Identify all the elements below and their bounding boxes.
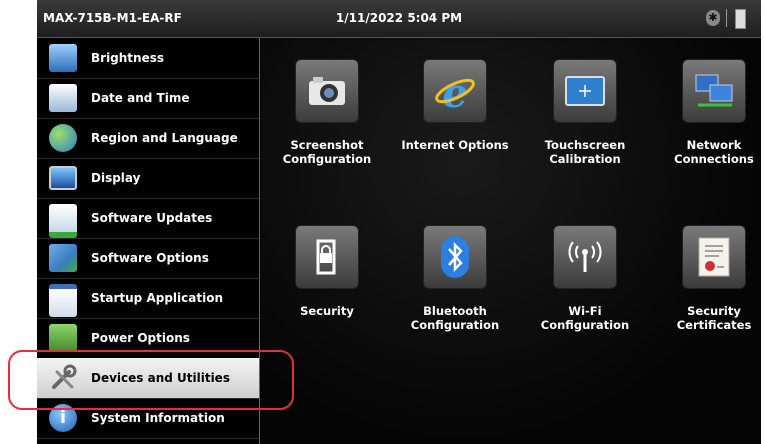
tile-screenshot-configuration[interactable]: Screenshot Configuration bbox=[261, 44, 393, 194]
monitor-brightness-icon bbox=[49, 44, 77, 72]
sidebar-item-label: Brightness bbox=[91, 51, 165, 65]
tile-label-line1: Touchscreen bbox=[544, 138, 626, 152]
tile-label-line2: Certificates bbox=[676, 318, 752, 332]
tile-label-line2: Configuration bbox=[410, 318, 500, 332]
tile-label-line1: Wi-Fi bbox=[568, 304, 602, 318]
settings-panel: Screenshot Configuration e Internet Optio… bbox=[261, 38, 761, 444]
certificate-icon bbox=[683, 226, 745, 288]
tile-label-line1: Bluetooth bbox=[423, 304, 487, 318]
startup-star-icon bbox=[49, 284, 77, 317]
puzzle-plus-icon bbox=[49, 244, 77, 272]
tile-label-line2: Calibration bbox=[549, 152, 621, 166]
software-update-icon bbox=[49, 204, 77, 238]
globe-icon bbox=[49, 124, 77, 152]
date-time-display: 1/11/2022 5:04 PM bbox=[335, 11, 463, 25]
sidebar-item-label: Startup Application bbox=[91, 291, 223, 305]
sidebar-item-display[interactable]: Display bbox=[37, 158, 259, 199]
status-separator bbox=[726, 9, 727, 27]
tile-wifi-configuration[interactable]: Wi-Fi Configuration bbox=[519, 210, 651, 360]
tile-label-line1: Security bbox=[687, 304, 741, 318]
sidebar-item-startup-application[interactable]: Startup Application bbox=[37, 278, 259, 319]
tile-label-line2: Configuration bbox=[540, 318, 630, 332]
tile-label-line1: Internet Options bbox=[401, 138, 509, 152]
sidebar-item-label: Display bbox=[91, 171, 141, 185]
network-computers-icon bbox=[683, 60, 745, 122]
bluetooth-status-icon[interactable]: ✱ bbox=[706, 10, 720, 26]
power-options-icon bbox=[49, 324, 77, 352]
touchscreen-calibration-icon bbox=[554, 60, 616, 122]
sidebar-item-brightness[interactable]: Brightness bbox=[37, 38, 259, 79]
bluetooth-icon bbox=[424, 226, 486, 288]
tile-security-certificates[interactable]: Security Certificates bbox=[648, 210, 761, 360]
tile-label-line1: Network bbox=[686, 138, 742, 152]
tile-internet-options[interactable]: e Internet Options bbox=[389, 44, 521, 194]
tile-label-line2: Connections bbox=[674, 152, 754, 166]
tile-label-line1: Security bbox=[300, 304, 354, 318]
sidebar-item-label: Software Updates bbox=[91, 211, 213, 225]
tile-network-connections[interactable]: Network Connections bbox=[648, 44, 761, 194]
wifi-antenna-icon bbox=[554, 226, 616, 288]
phone-lock-icon bbox=[296, 226, 358, 288]
sidebar-item-region-and-language[interactable]: Region and Language bbox=[37, 118, 259, 159]
tile-bluetooth-configuration[interactable]: Bluetooth Configuration bbox=[389, 210, 521, 360]
sidebar-item-label: System Information bbox=[91, 411, 225, 425]
display-icon bbox=[49, 166, 77, 190]
sidebar-item-label: Power Options bbox=[91, 331, 190, 345]
tile-label-line1: Screenshot bbox=[290, 138, 364, 152]
sidebar-item-label: Date and Time bbox=[91, 91, 190, 105]
selection-highlight-callout bbox=[8, 350, 294, 410]
sidebar-item-software-options[interactable]: Software Options bbox=[37, 238, 259, 279]
svg-text:e: e bbox=[442, 70, 467, 113]
sidebar-item-label: Region and Language bbox=[91, 131, 238, 145]
status-bar: MAX-715B-M1-EA-RF 1/11/2022 5:04 PM ✱ bbox=[37, 0, 761, 38]
camera-icon bbox=[296, 60, 358, 122]
tile-touchscreen-calibration[interactable]: Touchscreen Calibration bbox=[519, 44, 651, 194]
internet-explorer-icon: e bbox=[424, 60, 486, 122]
sidebar-item-label: Software Options bbox=[91, 251, 209, 265]
sidebar-item-software-updates[interactable]: Software Updates bbox=[37, 198, 259, 239]
sidebar-item-date-and-time[interactable]: Date and Time bbox=[37, 78, 259, 119]
tile-security[interactable]: Security bbox=[261, 210, 393, 360]
calendar-clock-icon bbox=[49, 84, 77, 112]
battery-icon[interactable] bbox=[735, 9, 746, 29]
tile-label-line2: Configuration bbox=[282, 152, 372, 166]
